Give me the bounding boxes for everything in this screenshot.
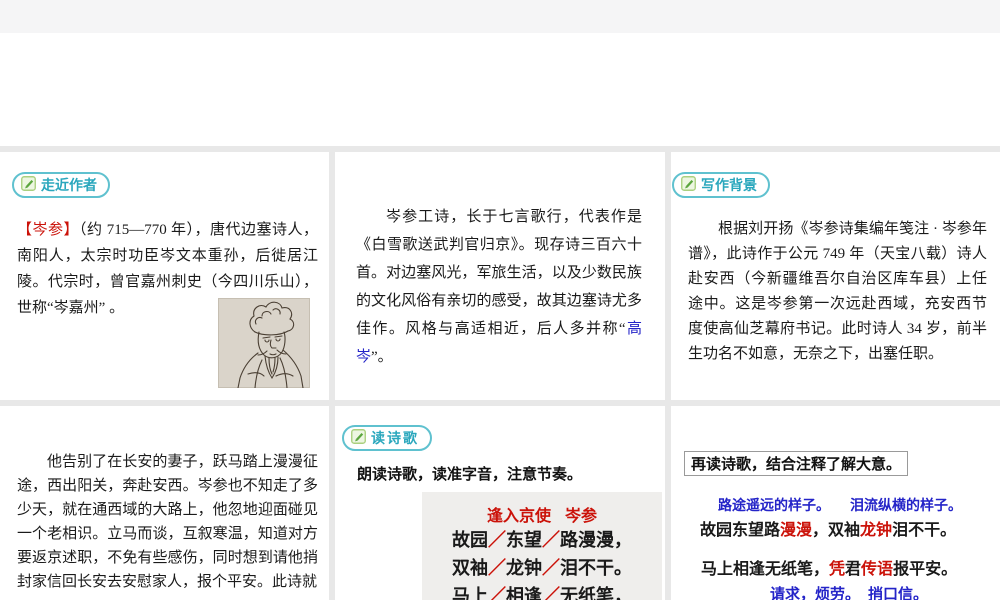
badge-writing-background-label: 写作背景 bbox=[701, 177, 757, 193]
annotation-chuanyu: 捎口信。 bbox=[868, 586, 929, 600]
interpretation-poem-line: 马上相逢无纸笔，凭君传语报平安。 bbox=[701, 561, 958, 578]
poem-line: 马上／相逢／无纸笔， bbox=[452, 586, 632, 600]
badge-about-author: 走近作者 bbox=[12, 172, 110, 198]
badge-writing-background: 写作背景 bbox=[672, 172, 770, 198]
poem-title: 逢入京使 bbox=[486, 508, 551, 525]
badge-about-author-label: 走近作者 bbox=[41, 177, 97, 193]
intro-paragraph: 岑参工诗，长于七言歌行，代表作是《白雪歌送武判官归京》。现存诗三百六十首。对边塞… bbox=[356, 209, 642, 365]
badge-read-poem: 读诗歌 bbox=[342, 425, 432, 451]
top-bar bbox=[0, 0, 1000, 33]
poem-author: 岑参 bbox=[565, 508, 598, 525]
slide: 走近作者 写作背景 读诗歌 【岑参】（约 715—770 年），唐代边塞诗人，南… bbox=[0, 0, 1000, 600]
annotation-ping: 请求，烦劳。 bbox=[770, 586, 861, 600]
story-paragraph: 他告别了在长安的妻子，跃马踏上漫漫征途，西出阳关，奔赴安西。岑参也不知走了多少天… bbox=[17, 454, 318, 590]
annotation-manman: 路途遥远的样子。 bbox=[718, 497, 830, 513]
edit-pencil-icon bbox=[21, 176, 36, 194]
poem-line: 双袖／龙钟／泪不干。 bbox=[452, 558, 632, 578]
edit-pencil-icon bbox=[351, 429, 366, 447]
reading-instruction: 朗读诗歌，读准字音，注意节奏。 bbox=[357, 466, 583, 483]
poem-box: 逢入京使 岑参 故园／东望／路漫漫， 双袖／龙钟／泪不干。 马上／相逢／无纸笔， bbox=[422, 492, 662, 600]
interpretation-poem-line: 故园东望路漫漫，双袖龙钟泪不干。 bbox=[700, 522, 957, 539]
poem-line: 故园／东望／路漫漫， bbox=[452, 530, 632, 550]
writing-background-paragraph: 根据刘开扬《岑参诗集编年笺注 · 岑参年谱》，此诗作于公元 749 年（天宝八载… bbox=[688, 221, 987, 362]
annotation-longzhong: 泪流纵横的样子。 bbox=[850, 497, 962, 513]
poet-portrait bbox=[218, 298, 310, 389]
poem-title-line: 逢入京使 岑参 bbox=[422, 492, 662, 526]
badge-read-poem-label: 读诗歌 bbox=[371, 430, 419, 446]
edit-pencil-icon bbox=[681, 176, 696, 194]
interpretation-prompt: 再读诗歌，结合注释了解大意。 bbox=[684, 451, 909, 476]
